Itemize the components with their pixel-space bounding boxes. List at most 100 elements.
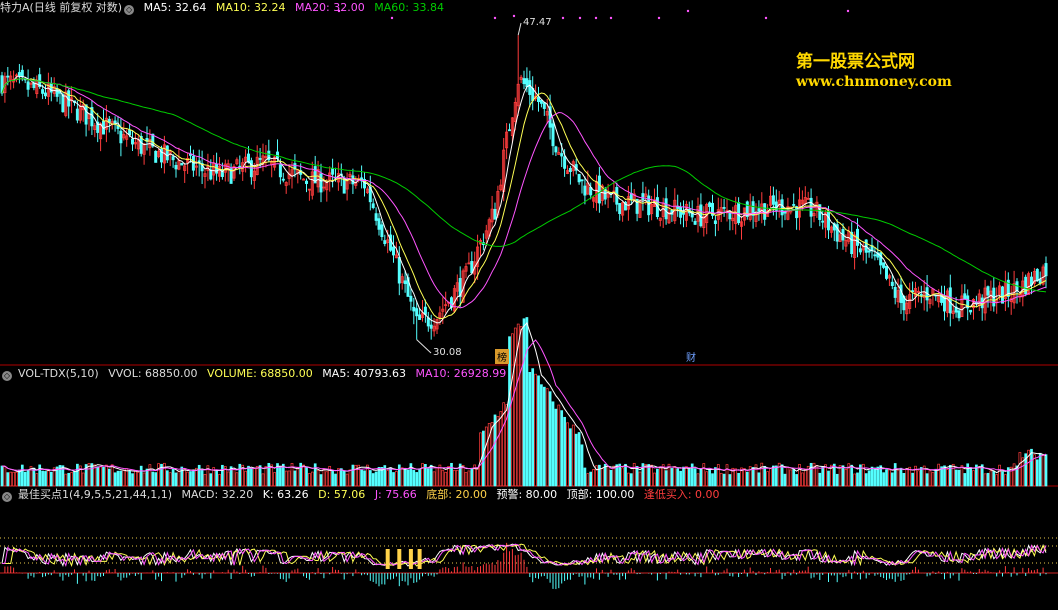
- stock-chart[interactable]: [0, 0, 1058, 610]
- volume-bar: [792, 468, 796, 487]
- indicator-name[interactable]: 最佳买点1(4,9,5,5,21,44,1,1): [18, 488, 172, 501]
- volume-bar: [49, 471, 53, 487]
- candle-body: [525, 78, 529, 88]
- candle-body: [209, 169, 213, 180]
- volume-bar: [583, 467, 587, 487]
- volume-bar: [658, 466, 662, 487]
- volume-bar: [189, 471, 192, 487]
- volume-bar: [676, 468, 680, 487]
- volume-bar: [995, 474, 999, 487]
- candle-body: [281, 178, 285, 181]
- volume-bar: [818, 472, 822, 487]
- volume-ma10-value: MA10: 26928.99: [415, 367, 507, 380]
- volume-bar: [412, 470, 416, 487]
- candle-body: [528, 80, 532, 95]
- volume-bar: [15, 471, 18, 487]
- volume-header: ◇ VOL-TDX(5,10) VVOL: 68850.00 VOLUME: 68…: [0, 367, 512, 381]
- volume-bar: [702, 463, 706, 487]
- volume-bar: [977, 466, 981, 487]
- volume-bar: [629, 473, 633, 487]
- volume-bar: [105, 464, 108, 487]
- volume-bar: [192, 470, 195, 487]
- candle-body: [563, 156, 567, 169]
- candle-body: [188, 153, 192, 156]
- candle-body: [737, 202, 741, 224]
- volume-bar: [612, 465, 616, 487]
- volume-bar: [81, 472, 85, 487]
- candle-body: [560, 153, 564, 157]
- volume-bar: [279, 466, 282, 487]
- volume-bar: [293, 470, 297, 487]
- volume-bar: [537, 375, 540, 487]
- candle-body: [1001, 286, 1005, 304]
- ma10-value: MA10: 32.24: [215, 1, 286, 14]
- volume-bar: [360, 469, 363, 487]
- price-header: 特力A(日线 前复权 对数) ◇ MA5: 32.64 MA10: 32.24 M…: [0, 1, 450, 15]
- volume-bar: [609, 469, 613, 487]
- volume-bar: [9, 471, 13, 487]
- candle-body: [664, 198, 668, 220]
- volume-bar: [171, 468, 175, 487]
- finance-tag[interactable]: 财: [684, 349, 698, 364]
- candle-body: [180, 162, 184, 166]
- candle-body: [890, 281, 894, 287]
- settings-icon[interactable]: ◇: [2, 371, 12, 381]
- volume-bar: [444, 471, 448, 487]
- settings-icon[interactable]: ◇: [2, 492, 12, 502]
- volume-bar: [235, 472, 239, 487]
- candle-body: [858, 248, 862, 253]
- chart-title[interactable]: 特力A(日线 前复权 对数): [0, 1, 122, 14]
- volume-bar: [885, 469, 888, 487]
- candle-body: [249, 160, 253, 178]
- volume-bar: [513, 327, 517, 487]
- volume-bar: [310, 471, 314, 487]
- volume-bar: [705, 471, 709, 487]
- volume-bar: [734, 468, 738, 487]
- candle-body: [821, 220, 825, 223]
- ma60-value: MA60: 33.84: [374, 1, 444, 14]
- volume-bar: [18, 469, 21, 487]
- volume-bar: [113, 472, 117, 487]
- volume-bar: [853, 473, 856, 487]
- volume-bar: [0, 465, 4, 487]
- volume-bar: [319, 474, 323, 487]
- volume-bar: [395, 471, 398, 487]
- settings-icon[interactable]: ◇: [124, 5, 135, 15]
- volume-bar: [653, 472, 656, 487]
- volume-bar: [850, 464, 854, 487]
- volume-bar: [284, 470, 288, 487]
- volume-bar: [1041, 455, 1045, 487]
- volume-bar: [250, 468, 253, 487]
- volume-bar: [650, 464, 653, 487]
- volume-bar: [1033, 454, 1036, 487]
- candle-body: [165, 145, 169, 161]
- volume-bar: [44, 471, 47, 487]
- volume-bar: [841, 465, 845, 487]
- candle-body: [722, 207, 726, 209]
- candle-body: [429, 324, 433, 329]
- volume-bar: [673, 466, 677, 487]
- volume-bar: [743, 468, 746, 487]
- volume-indicator-name[interactable]: VOL-TDX(5,10): [18, 367, 99, 380]
- candle-body: [893, 286, 897, 298]
- volume-bar: [548, 391, 552, 487]
- volume-bar: [998, 464, 1001, 487]
- volume-bar: [441, 469, 445, 487]
- volume-bar: [882, 472, 885, 487]
- volume-bar: [3, 465, 7, 487]
- volume-bar: [632, 462, 636, 487]
- volume-bar: [534, 373, 537, 487]
- volume-bar: [917, 470, 920, 487]
- volume-bar: [528, 371, 532, 487]
- volume-bar: [722, 473, 726, 487]
- volume-bar: [783, 473, 787, 487]
- candle-body: [708, 202, 712, 207]
- ranking-tag[interactable]: 榜: [495, 349, 509, 364]
- volume-bar: [870, 466, 874, 487]
- volume-bar: [261, 473, 265, 487]
- volume-bar: [638, 471, 642, 487]
- candle-body: [423, 306, 427, 315]
- volume-bar: [725, 464, 729, 487]
- volume-bar: [780, 464, 784, 487]
- volume-bar: [47, 470, 50, 487]
